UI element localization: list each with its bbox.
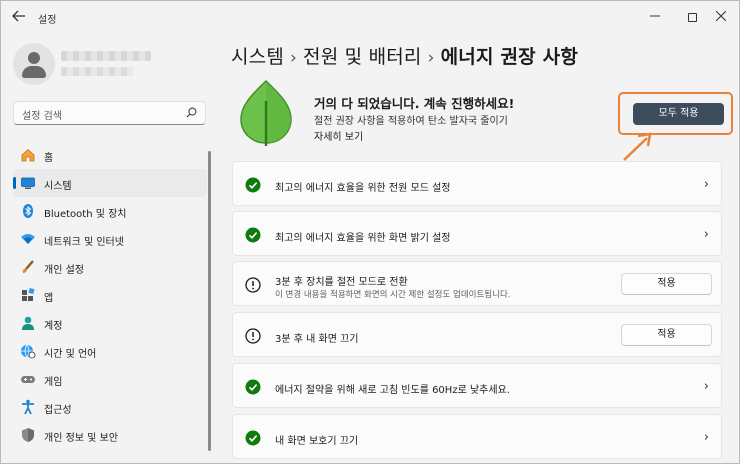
active-indicator xyxy=(13,177,16,189)
sidebar-item-label: 홈 xyxy=(44,153,54,164)
chevron-right-icon: › xyxy=(703,227,709,242)
leaf-icon xyxy=(240,79,292,146)
sidebar-item-system[interactable]: 시스템 xyxy=(13,169,207,197)
recommendation-card-brightness[interactable]: 최고의 에너지 효율을 위한 화면 밝기 설정 › xyxy=(232,211,722,256)
sidebar-item-label: Bluetooth 및 장치 xyxy=(44,209,127,220)
apps-icon xyxy=(22,287,35,301)
check-circle-icon xyxy=(245,227,261,243)
check-circle-icon xyxy=(245,177,261,193)
hero-subtitle: 절전 권장 사항을 적용하여 탄소 발자국 줄이기 xyxy=(314,116,508,127)
alert-circle-icon xyxy=(245,328,261,344)
minimize-button[interactable] xyxy=(641,7,669,27)
search-input[interactable]: 설정 검색 xyxy=(22,107,62,122)
sidebar-item-label: 접근성 xyxy=(44,405,72,416)
page-title: 에너지 권장 사항 xyxy=(440,46,578,68)
highlight-arrow-icon xyxy=(623,132,652,161)
apply-all-button[interactable]: 모두 적용 xyxy=(633,103,724,125)
breadcrumb-system[interactable]: 시스템 xyxy=(231,46,284,68)
recommendation-card-screen-off: 3분 후 내 화면 끄기 적용 xyxy=(232,312,722,357)
breadcrumb-chevron-icon: › xyxy=(427,48,435,68)
breadcrumb: 시스템 › 전원 및 배터리 › 에너지 권장 사항 xyxy=(231,42,578,69)
sidebar-item-personalization[interactable]: 개인 설정 xyxy=(13,253,207,281)
avatar-head xyxy=(28,52,40,64)
window-title: 설정 xyxy=(38,15,57,26)
sidebar-item-label: 개인 정보 및 보안 xyxy=(44,433,118,444)
check-circle-icon xyxy=(245,379,261,395)
avatar-body xyxy=(22,66,46,78)
recommendation-title: 최고의 에너지 효율을 위한 화면 밝기 설정 xyxy=(275,233,451,244)
sidebar-item-label: 개인 설정 xyxy=(44,265,84,276)
title-bar: 설정 xyxy=(1,1,739,35)
sidebar-item-label: 시스템 xyxy=(44,181,72,192)
sidebar-scrollbar[interactable] xyxy=(208,151,211,451)
sidebar-item-label: 시간 및 언어 xyxy=(44,349,97,360)
check-circle-icon xyxy=(245,430,261,446)
maximize-button[interactable] xyxy=(678,7,706,27)
recommendation-title: 3분 후 내 화면 끄기 xyxy=(275,334,359,345)
avatar[interactable] xyxy=(13,43,55,85)
chevron-right-icon: › xyxy=(703,430,709,445)
system-icon xyxy=(21,177,35,189)
sidebar-item-privacy[interactable]: 개인 정보 및 보안 xyxy=(13,421,207,449)
sidebar-item-gaming[interactable]: 게임 xyxy=(13,365,207,393)
close-icon xyxy=(715,10,727,22)
apply-sleep-button[interactable]: 적용 xyxy=(621,273,712,295)
breadcrumb-power-battery[interactable]: 전원 및 배터리 xyxy=(303,46,422,68)
breadcrumb-chevron-icon: › xyxy=(290,48,298,68)
shield-icon xyxy=(22,428,34,442)
chevron-right-icon: › xyxy=(703,379,709,394)
recommendation-title: 3분 후 장치를 절전 모드로 전환 xyxy=(275,277,408,288)
bluetooth-icon xyxy=(23,204,33,218)
sidebar-item-time-language[interactable]: 시간 및 언어 xyxy=(13,337,207,365)
recommendation-description: 이 변경 내용을 적용하면 화면의 시간 제한 설정도 업데이트됩니다. xyxy=(275,290,511,300)
sidebar-item-label: 앱 xyxy=(44,293,54,304)
profile-name-redacted xyxy=(61,51,151,61)
globe-clock-icon xyxy=(21,344,36,359)
recommendation-card-power-mode[interactable]: 최고의 에너지 효율을 위한 전원 모드 설정 › xyxy=(232,161,722,206)
recommendation-title: 최고의 에너지 효율을 위한 전원 모드 설정 xyxy=(275,183,451,194)
settings-window: 설정 설정 검색 홈 시스템 Bluetooth 및 장치 네트워크 및 인터넷… xyxy=(0,0,740,464)
accessibility-icon xyxy=(22,399,34,415)
sidebar-item-label: 게임 xyxy=(44,377,63,388)
recommendation-title: 내 화면 보호기 끄기 xyxy=(275,436,359,447)
brush-icon xyxy=(22,260,34,273)
recommendation-card-refresh-rate[interactable]: 에너지 절약을 위해 새로 고침 빈도를 60Hz로 낮추세요. › xyxy=(232,363,722,408)
recommendation-card-screensaver[interactable]: 내 화면 보호기 끄기 › xyxy=(232,414,722,459)
sidebar-item-label: 계정 xyxy=(44,321,63,332)
back-arrow-icon[interactable] xyxy=(9,9,29,27)
maximize-icon xyxy=(687,13,697,22)
learn-more-link[interactable]: 자세히 보기 xyxy=(314,128,363,143)
recommendation-title: 에너지 절약을 위해 새로 고침 빈도를 60Hz로 낮추세요. xyxy=(275,385,510,396)
sidebar-item-bluetooth[interactable]: Bluetooth 및 장치 xyxy=(13,197,207,225)
apply-screen-off-button[interactable]: 적용 xyxy=(621,324,712,346)
sidebar-item-apps[interactable]: 앱 xyxy=(13,281,207,309)
sidebar-item-accounts[interactable]: 계정 xyxy=(13,309,207,337)
chevron-right-icon: › xyxy=(703,177,709,192)
search-icon xyxy=(186,107,197,118)
alert-circle-icon xyxy=(245,277,261,293)
sidebar-item-home[interactable]: 홈 xyxy=(13,141,207,169)
profile-email-redacted xyxy=(61,67,133,76)
network-icon xyxy=(21,234,35,244)
recommendation-card-sleep: 3분 후 장치를 절전 모드로 전환 이 변경 내용을 적용하면 화면의 시간 … xyxy=(232,261,722,306)
account-icon xyxy=(22,316,34,330)
home-icon xyxy=(21,148,35,162)
search-box[interactable]: 설정 검색 xyxy=(13,101,206,125)
sidebar-item-network[interactable]: 네트워크 및 인터넷 xyxy=(13,225,207,253)
sidebar-item-label: 네트워크 및 인터넷 xyxy=(44,237,124,248)
close-button[interactable] xyxy=(707,7,735,27)
sidebar-nav: 홈 시스템 Bluetooth 및 장치 네트워크 및 인터넷 개인 설정 앱 … xyxy=(13,141,207,449)
hero-title: 거의 다 되었습니다. 계속 진행하세요! xyxy=(314,96,515,111)
gamepad-icon xyxy=(21,376,35,383)
sidebar-item-accessibility[interactable]: 접근성 xyxy=(13,393,207,421)
